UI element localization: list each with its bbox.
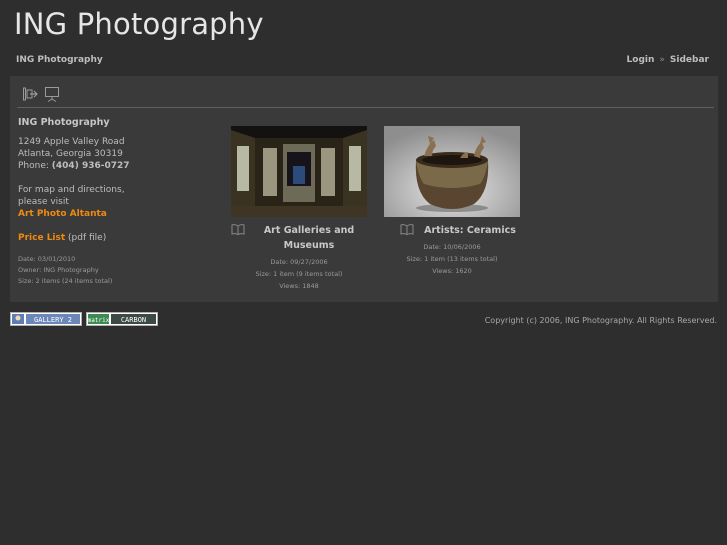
top-nav: Login » Sidebar xyxy=(627,55,709,65)
album-title[interactable]: Art Galleries and Museums xyxy=(244,223,354,253)
gallery-name: ING Photography xyxy=(18,117,110,128)
album-book-icon xyxy=(231,224,245,235)
album-date: Date: 10/06/2006 xyxy=(423,243,481,251)
album-item: Art Galleries and Museums Date: 09/27/200… xyxy=(231,126,367,292)
album-book-icon xyxy=(400,224,414,235)
price-list-line: Price List (pdf file) xyxy=(18,232,188,244)
slideshow-icon[interactable] xyxy=(44,86,60,102)
phone-number: (404) 936-0727 xyxy=(51,161,130,171)
price-list-link[interactable]: Price List xyxy=(18,233,65,243)
matrix-badge-label: matrix xyxy=(88,317,110,324)
album-title-line-1: Art Galleries and xyxy=(263,225,355,236)
gallery-size: Size: 2 items (24 items total) xyxy=(18,277,113,285)
address-line-2: Atlanta, Georgia 30319 xyxy=(18,149,123,159)
price-list-note: (pdf file) xyxy=(68,233,107,243)
matrix-carbon-badge[interactable]: matrix CARBON xyxy=(86,312,158,326)
album-title-row: Art Galleries and Museums xyxy=(231,223,367,253)
breadcrumb[interactable]: ING Photography xyxy=(16,55,103,65)
main-panel: ING Photography 1249 Apple Valley Road A… xyxy=(10,76,718,302)
album-thumbnail-gallery[interactable] xyxy=(231,126,367,217)
gallery2-badge-label: GALLERY 2 xyxy=(34,316,72,324)
album-views: Views: 1848 xyxy=(279,282,319,290)
site-title: ING Photography xyxy=(14,7,264,41)
gallery-owner: Owner: ING Photography xyxy=(18,266,99,274)
album-date: Date: 09/27/2006 xyxy=(270,258,328,266)
sidebar-link[interactable]: Sidebar xyxy=(670,55,709,65)
directions-text-1: For map and directions, xyxy=(18,185,125,195)
gallery2-badge[interactable]: GALLERY 2 xyxy=(10,312,82,326)
address-line-1: 1249 Apple Valley Road xyxy=(18,137,125,147)
album-size: Size: 1 item (9 items total) xyxy=(255,270,343,278)
album-thumbnail-ceramics[interactable] xyxy=(384,126,520,217)
gallery-meta: Date: 03/01/2010 Owner: ING Photography … xyxy=(18,254,188,287)
phone-line: Phone: (404) 936-0727 xyxy=(18,160,188,172)
footer-badges: GALLERY 2 matrix CARBON xyxy=(10,312,158,326)
album-meta: Date: 10/06/2006 Size: 1 item (13 items … xyxy=(384,241,520,277)
carbon-badge-label: CARBON xyxy=(121,316,146,324)
gallery-date: Date: 03/01/2010 xyxy=(18,255,76,263)
directions-link[interactable]: Art Photo Altanta xyxy=(18,209,107,219)
directions-text-2: please visit xyxy=(18,197,69,207)
album-title-line-2: Museums xyxy=(283,240,335,251)
gallery-info: ING Photography 1249 Apple Valley Road A… xyxy=(18,117,188,287)
phone-label: Phone: xyxy=(18,161,49,171)
album-meta: Date: 09/27/2006 Size: 1 item (9 items t… xyxy=(231,256,367,292)
nav-separator: » xyxy=(659,55,665,65)
album-size: Size: 1 item (13 items total) xyxy=(406,255,498,263)
album-item: Artists: Ceramics Date: 10/06/2006 Size:… xyxy=(384,126,520,277)
login-link[interactable]: Login xyxy=(627,55,655,65)
album-title-row: Artists: Ceramics xyxy=(384,223,520,238)
divider xyxy=(17,107,714,108)
exit-icon[interactable] xyxy=(22,86,38,102)
toolbar xyxy=(22,86,60,102)
album-title-line-1: Artists: Ceramics xyxy=(424,225,516,236)
album-views: Views: 1620 xyxy=(432,267,472,275)
copyright: Copyright (c) 2006, ING Photography. All… xyxy=(484,316,717,325)
